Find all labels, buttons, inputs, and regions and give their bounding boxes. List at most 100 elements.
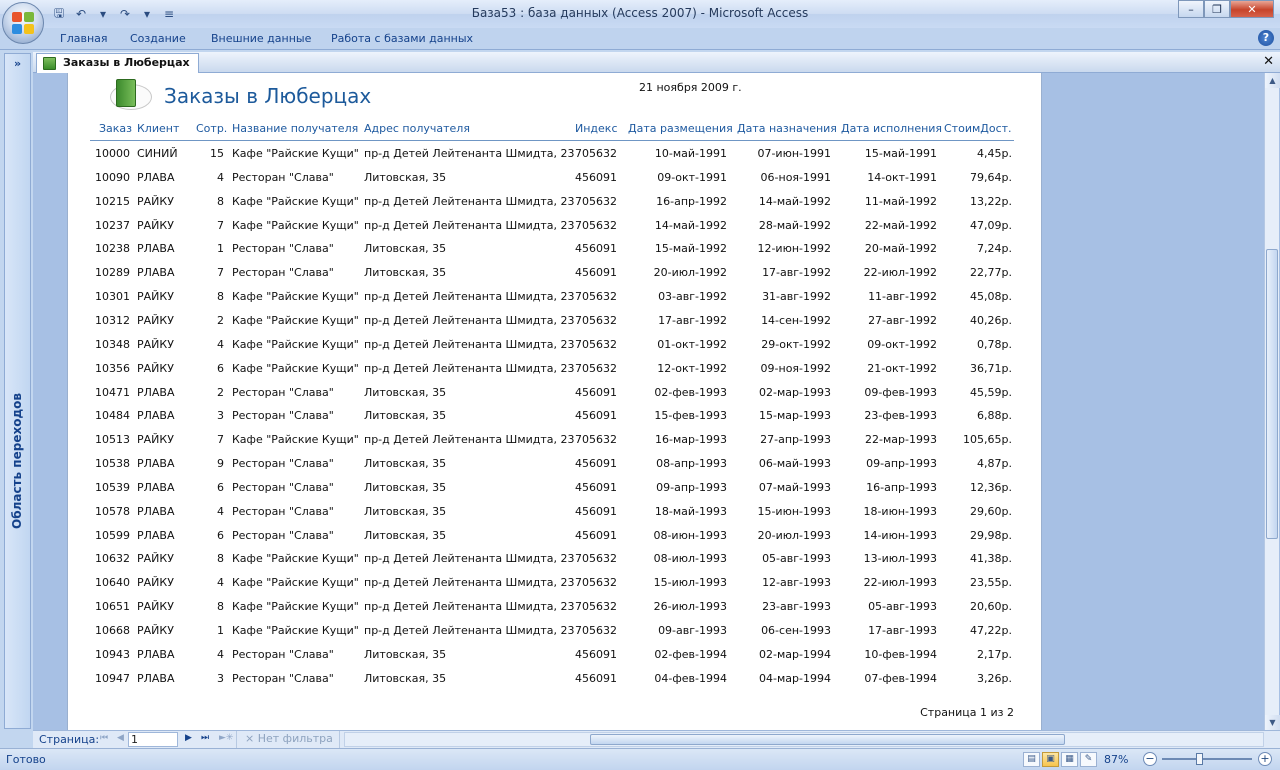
horizontal-scroll-thumb[interactable] <box>590 734 1065 745</box>
report-page: Заказы в Люберцах 21 ноября 2009 г. Зака… <box>67 73 1042 730</box>
col-shipped-date: 13-июл-1993 <box>863 552 937 566</box>
col-placed-date: 08-июл-1993 <box>653 552 727 566</box>
minimize-button[interactable]: – <box>1178 0 1204 18</box>
close-document-icon[interactable]: ✕ <box>1263 54 1274 69</box>
col-recipient-address: пр-д Детей Лейтенанта Шмидта, 23 <box>364 552 575 566</box>
col-placed-date: 09-окт-1991 <box>657 170 727 184</box>
col-employee: 4 <box>217 647 224 661</box>
col-employee: 1 <box>217 624 224 637</box>
col-freight: 29,98р. <box>970 528 1012 542</box>
col-shipped-date: 18-июн-1993 <box>863 504 937 518</box>
col-postal-code: 705632 <box>575 600 617 614</box>
col-client: РЛАВА <box>137 528 175 542</box>
col-due-date: 02-мар-1994 <box>759 647 831 661</box>
filter-button[interactable]: ⨯ Нет фильтра <box>236 731 340 748</box>
vertical-scrollbar[interactable]: ▲ ▼ <box>1264 73 1280 730</box>
col-due-date: 02-мар-1993 <box>759 385 831 399</box>
col-client: РАЙКУ <box>137 290 174 304</box>
col-placed-date: 15-фев-1993 <box>654 409 727 423</box>
expand-nav-icon[interactable]: » <box>5 54 30 74</box>
next-page-icon[interactable]: ▶ <box>185 733 192 743</box>
table-row: 10000 СИНИЙ 15 Кафе "Райские Кущи" пр-д Дете… <box>68 147 1041 167</box>
col-order-id: 10090 <box>95 170 130 184</box>
col-recipient-address: Литовская, 35 <box>364 242 447 256</box>
col-client: РЛАВА <box>137 671 175 685</box>
col-recipient-address: Литовская, 35 <box>364 409 447 423</box>
print-preview-icon[interactable]: ▣ <box>1042 752 1059 767</box>
col-shipped-date: 15-май-1991 <box>864 147 937 160</box>
col-placed-date: 15-май-1992 <box>654 242 727 256</box>
col-recipient-name: Ресторан "Слава" <box>232 671 334 685</box>
tab-home[interactable]: Главная <box>60 32 108 45</box>
zoom-slider-thumb[interactable] <box>1196 753 1203 765</box>
nav-pane-label[interactable]: Область переходов <box>10 393 24 529</box>
help-icon[interactable]: ? <box>1258 30 1274 46</box>
layout-view-icon[interactable]: ▦ <box>1061 752 1078 767</box>
col-shipped-date: 22-июл-1993 <box>863 576 937 590</box>
title-bar: 🖫 ↶ ▾ ↷ ▾ ≡ База53 : база данных (Access… <box>0 0 1280 28</box>
col-recipient-name: Ресторан "Слава" <box>232 647 334 661</box>
col-postal-code: 456091 <box>575 528 617 542</box>
col-recipient-name: Кафе "Райские Кущи" <box>232 361 359 375</box>
navigation-pane[interactable]: » Область переходов <box>4 53 31 729</box>
design-view-icon[interactable]: ✎ <box>1080 752 1097 767</box>
col-postal-code: 456091 <box>575 409 617 423</box>
col-postal-code: 705632 <box>575 337 617 351</box>
zoom-in-icon[interactable]: + <box>1258 752 1272 766</box>
new-record-icon[interactable]: ►✳ <box>219 733 233 743</box>
col-placed-date: 02-фев-1993 <box>654 385 727 399</box>
table-row: 10632 РАЙКУ 8 Кафе "Райские Кущи" пр-д Детей… <box>68 552 1041 572</box>
first-page-icon[interactable]: ⏮ <box>100 733 108 743</box>
col-freight: 13,22р. <box>970 194 1012 208</box>
col-shipped-date: 10-фев-1994 <box>864 647 937 661</box>
col-recipient-address: пр-д Детей Лейтенанта Шмидта, 23 <box>364 218 575 232</box>
column-header: Клиент <box>137 122 180 135</box>
col-recipient-name: Ресторан "Слава" <box>232 242 334 256</box>
col-order-id: 10538 <box>95 457 130 471</box>
col-employee: 4 <box>217 337 224 351</box>
zoom-out-icon[interactable]: − <box>1143 752 1157 766</box>
col-employee: 3 <box>217 409 224 423</box>
col-freight: 47,22р. <box>970 624 1012 637</box>
tab-external-data[interactable]: Внешние данные <box>211 32 311 45</box>
table-row: 10471 РЛАВА 2 Ресторан "Слава" Литовская, 35… <box>68 386 1041 406</box>
close-window-button[interactable]: ✕ <box>1230 0 1274 18</box>
col-recipient-name: Кафе "Райские Кущи" <box>232 218 359 232</box>
report-view-icon[interactable]: ▤ <box>1023 752 1040 767</box>
last-page-icon[interactable]: ⏭ <box>201 733 209 743</box>
col-shipped-date: 27-авг-1992 <box>868 313 937 327</box>
restore-button[interactable]: ❐ <box>1204 0 1230 18</box>
col-employee: 9 <box>217 457 224 471</box>
col-due-date: 14-май-1992 <box>758 194 831 208</box>
col-freight: 45,08р. <box>970 290 1012 304</box>
prev-page-icon[interactable]: ◀ <box>117 733 124 743</box>
tab-create[interactable]: Создание <box>130 32 186 45</box>
col-postal-code: 705632 <box>575 624 617 637</box>
ribbon-tabs: Главная Создание Внешние данные Работа с… <box>0 28 1280 50</box>
office-button[interactable] <box>2 2 44 44</box>
office-logo-icon <box>12 12 34 34</box>
document-tab[interactable]: Заказы в Люберцах <box>36 53 199 73</box>
col-employee: 4 <box>217 504 224 518</box>
col-recipient-name: Ресторан "Слава" <box>232 480 334 494</box>
vertical-scroll-thumb[interactable] <box>1266 249 1278 539</box>
horizontal-scrollbar[interactable] <box>344 732 1264 747</box>
col-recipient-name: Кафе "Райские Кущи" <box>232 337 359 351</box>
col-order-id: 10578 <box>95 504 130 518</box>
table-row: 10640 РАЙКУ 4 Кафе "Райские Кущи" пр-д Детей… <box>68 576 1041 596</box>
col-shipped-date: 20-май-1992 <box>864 242 937 256</box>
tab-database-tools[interactable]: Работа с базами данных <box>331 32 473 45</box>
scroll-down-icon[interactable]: ▼ <box>1265 715 1280 730</box>
scroll-up-icon[interactable]: ▲ <box>1265 73 1280 88</box>
col-employee: 6 <box>217 528 224 542</box>
col-employee: 8 <box>217 194 224 208</box>
col-postal-code: 456091 <box>575 385 617 399</box>
col-due-date: 06-ноя-1991 <box>760 170 831 184</box>
col-recipient-address: пр-д Детей Лейтенанта Шмидта, 23 <box>364 313 575 327</box>
col-postal-code: 705632 <box>575 552 617 566</box>
col-shipped-date: 14-окт-1991 <box>867 170 937 184</box>
col-due-date: 27-апр-1993 <box>760 433 831 447</box>
zoom-slider[interactable] <box>1162 758 1252 760</box>
page-number-input[interactable]: 1 <box>128 732 178 747</box>
col-postal-code: 705632 <box>575 147 617 160</box>
